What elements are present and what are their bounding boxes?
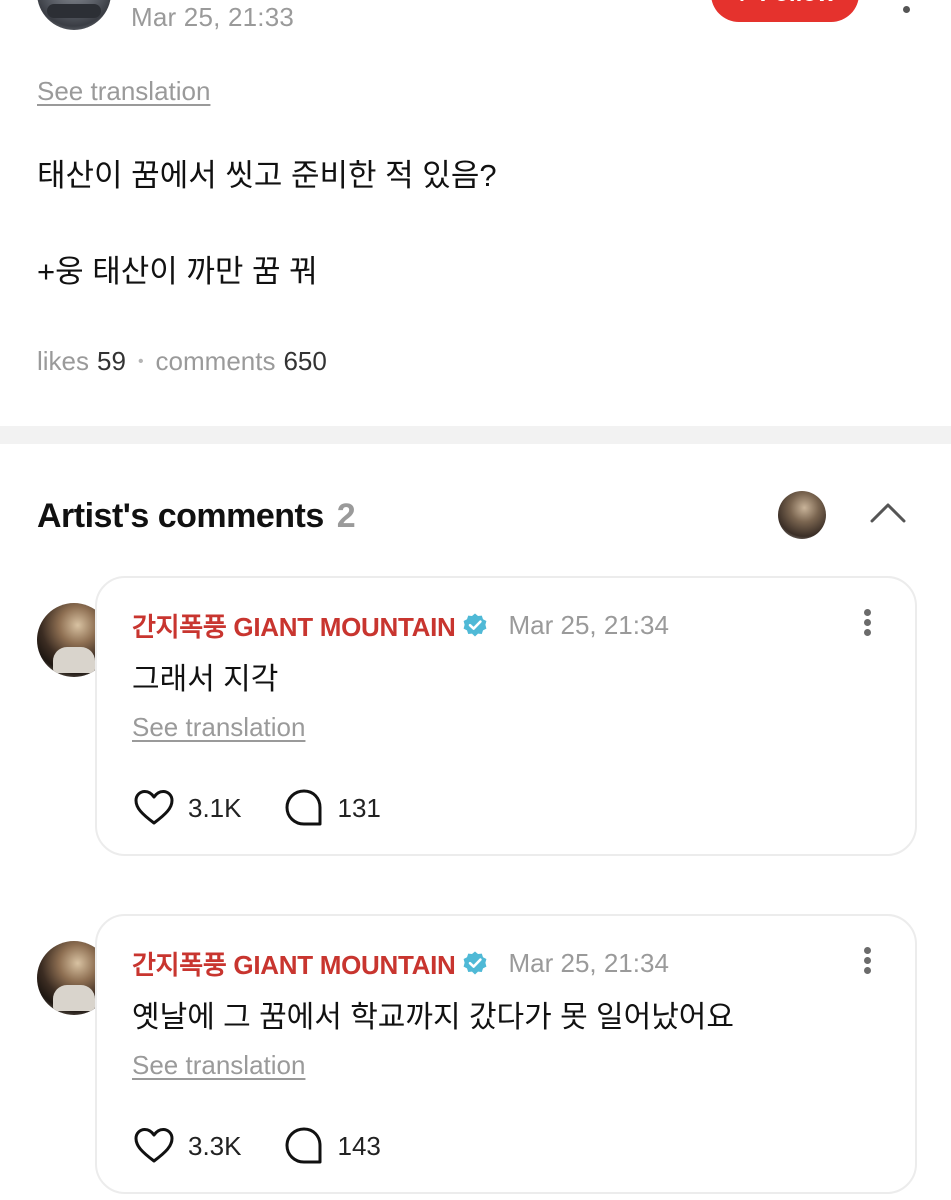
comment-header: 간지폭풍 GIANT MOUNTAIN Mar 25, 21:34 bbox=[132, 946, 669, 980]
reply-button[interactable]: 131 bbox=[282, 786, 381, 830]
likes-count: 59 bbox=[97, 346, 126, 376]
like-count: 3.3K bbox=[188, 1130, 242, 1161]
like-button[interactable]: 3.1K bbox=[132, 786, 242, 830]
three-dots-icon bbox=[864, 957, 871, 964]
artist-comment-card: 간지폭풍 GIANT MOUNTAIN Mar 25, 21:34 그래서 지각… bbox=[95, 576, 917, 856]
comment-header: 간지폭풍 GIANT MOUNTAIN Mar 25, 21:34 bbox=[132, 608, 669, 642]
comment-text: 옛날에 그 꿈에서 학교까지 갔다가 못 일어났어요 bbox=[132, 1001, 735, 1034]
comments-label[interactable]: comments bbox=[156, 346, 276, 377]
post-body-line: +웅 태산이 까만 꿈 꿔 bbox=[37, 254, 318, 289]
artist-comment-card: 간지폭풍 GIANT MOUNTAIN Mar 25, 21:34 옛날에 그 … bbox=[95, 914, 917, 1194]
reply-bubble-icon bbox=[285, 789, 321, 826]
three-dots-icon bbox=[864, 967, 871, 974]
comment-actions: 3.3K 143 bbox=[132, 1124, 381, 1168]
three-dots-icon bbox=[864, 609, 871, 616]
artist-comments-title-text: Artist's comments bbox=[37, 497, 324, 535]
section-divider bbox=[0, 426, 951, 444]
comment-see-translation[interactable]: See translation bbox=[132, 712, 305, 743]
like-button[interactable]: 3.3K bbox=[132, 1124, 242, 1168]
heart-icon bbox=[134, 790, 174, 825]
comment-author-name[interactable]: 간지폭풍 GIANT MOUNTAIN bbox=[132, 607, 456, 644]
post-body-line: 태산이 꿈에서 씻고 준비한 적 있음? bbox=[37, 158, 497, 193]
comments-count[interactable]: 650 bbox=[283, 346, 326, 377]
verified-badge-icon bbox=[464, 951, 487, 975]
follow-label: Follow bbox=[760, 0, 836, 8]
artist-comments-title: Artist's comments 2 bbox=[37, 497, 356, 536]
reply-bubble-icon bbox=[285, 1127, 321, 1164]
post-author-avatar[interactable] bbox=[37, 0, 111, 30]
artist-avatar[interactable] bbox=[778, 491, 826, 539]
post-stats: likes 59 • comments 650 bbox=[37, 346, 327, 377]
comment-see-translation[interactable]: See translation bbox=[132, 1050, 305, 1081]
separator-dot: • bbox=[137, 352, 144, 370]
post-date: Mar 25, 21:33 bbox=[131, 2, 295, 32]
comment-date: Mar 25, 21:34 bbox=[508, 609, 669, 640]
three-dots-icon bbox=[903, 6, 910, 13]
follow-button[interactable]: + Follow bbox=[711, 0, 859, 22]
comment-text: 그래서 지각 bbox=[132, 663, 279, 696]
comment-more-button[interactable] bbox=[861, 606, 875, 640]
heart-icon bbox=[134, 1128, 174, 1163]
post-body: 태산이 꿈에서 씻고 준비한 적 있음? +웅 태산이 까만 꿈 꿔 bbox=[37, 152, 497, 296]
three-dots-icon bbox=[864, 619, 871, 626]
verified-badge-icon bbox=[464, 613, 487, 637]
post-header: Mar 25, 21:33 + Follow bbox=[0, 0, 951, 40]
three-dots-icon bbox=[864, 629, 871, 636]
three-dots-icon bbox=[864, 947, 871, 954]
likes-label: likes bbox=[37, 346, 90, 376]
comment-date: Mar 25, 21:34 bbox=[508, 947, 669, 978]
comment-author-name[interactable]: 간지폭풍 GIANT MOUNTAIN bbox=[132, 945, 456, 982]
post-more-button[interactable] bbox=[896, 0, 916, 20]
plus-icon: + bbox=[734, 0, 749, 10]
reply-button[interactable]: 143 bbox=[282, 1124, 381, 1168]
chevron-up-icon[interactable] bbox=[866, 495, 910, 529]
reply-count: 131 bbox=[337, 792, 381, 823]
reply-count: 143 bbox=[337, 1130, 381, 1161]
post-see-translation[interactable]: See translation bbox=[37, 76, 210, 107]
comment-more-button[interactable] bbox=[861, 944, 875, 978]
like-count: 3.1K bbox=[188, 792, 242, 823]
comment-actions: 3.1K 131 bbox=[132, 786, 381, 830]
artist-comments-count: 2 bbox=[336, 497, 356, 535]
